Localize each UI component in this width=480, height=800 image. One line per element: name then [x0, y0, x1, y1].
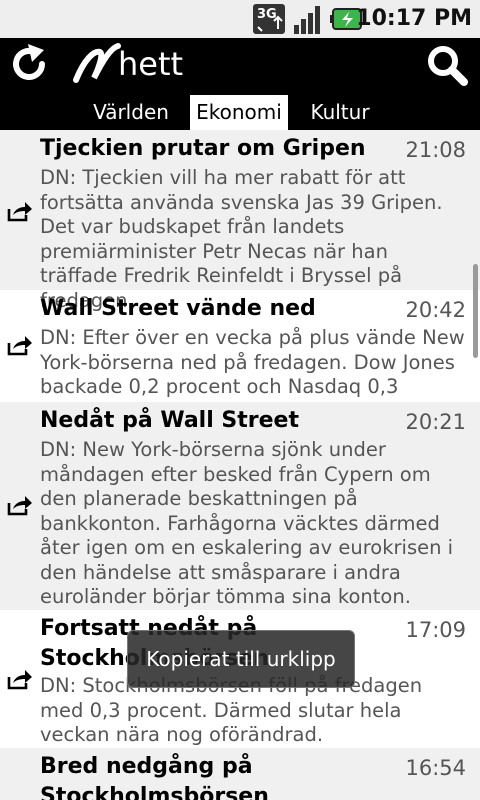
article-title: Nedåt på Wall Street [40, 408, 299, 433]
signal-strength-icon [294, 6, 320, 34]
list-item[interactable]: Tjeckien prutar om Gripen 21:08 DN: Tjec… [0, 130, 480, 312]
tab-ekonomi[interactable]: Ekonomi [190, 95, 288, 130]
tab-kultur[interactable]: Kultur [300, 95, 380, 130]
status-bar: 3G 10:17 PM [0, 0, 480, 38]
list-item[interactable]: Bred nedgång på Stockholmsbörsen 16:54 [0, 748, 480, 800]
list-item[interactable]: Wall Street vände ned 20:42 DN: Efter öv… [0, 290, 480, 423]
article-list[interactable]: Tjeckien prutar om Gripen 21:08 DN: Tjec… [0, 130, 480, 800]
article-summary: DN: New York-börserna sjönk under måndag… [40, 438, 454, 608]
share-icon[interactable] [6, 199, 34, 223]
article-title: Bred nedgång på Stockholmsbörsen [40, 754, 269, 800]
network-3g-icon: 3G [253, 4, 285, 34]
search-icon[interactable] [424, 42, 470, 88]
list-item[interactable]: Nedåt på Wall Street 20:21 DN: New York-… [0, 402, 480, 610]
article-title: Tjeckien prutar om Gripen [40, 136, 366, 161]
article-time: 17:09 [405, 618, 466, 642]
share-icon[interactable] [6, 667, 34, 691]
tab-bar: Världen Ekonomi Kultur [0, 92, 480, 130]
article-time: 16:54 [405, 756, 466, 780]
tab-varlden[interactable]: Världen [84, 95, 178, 130]
scrollbar-thumb[interactable] [473, 264, 478, 358]
article-title: Wall Street vände ned [40, 296, 316, 321]
app-logo-text: hett [118, 45, 184, 83]
article-time: 20:21 [405, 410, 466, 434]
share-icon[interactable] [6, 493, 34, 517]
share-icon[interactable] [6, 333, 34, 357]
toast-message: Kopierat till urklipp [127, 630, 355, 688]
clock: 10:17 PM [356, 6, 472, 31]
article-time: 20:42 [405, 298, 466, 322]
svg-text:3G: 3G [257, 7, 277, 22]
article-time: 21:08 [405, 138, 466, 162]
action-bar: hett [0, 38, 480, 92]
refresh-icon[interactable] [6, 42, 52, 88]
